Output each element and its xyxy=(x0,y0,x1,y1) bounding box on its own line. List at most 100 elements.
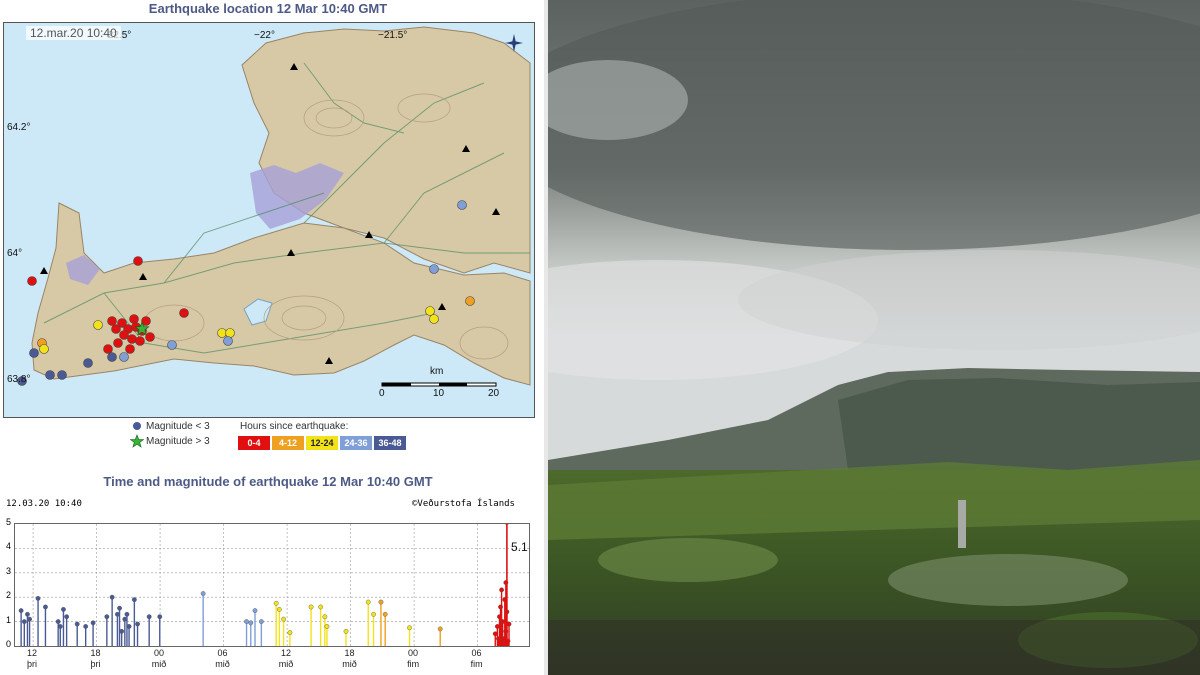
magnitude-point xyxy=(244,619,249,625)
magnitude-point xyxy=(371,611,376,617)
y-tick-label: 4 xyxy=(5,541,11,552)
magnitude-point xyxy=(43,604,48,610)
earthquake-dot xyxy=(83,358,93,368)
magnitude-point xyxy=(252,608,258,614)
earthquake-dot xyxy=(135,336,145,346)
plot-title: Time and magnitude of earthquake 12 Mar … xyxy=(103,474,433,489)
mountain-shade xyxy=(838,378,1200,470)
earthquake-panel: Earthquake location 12 Mar 10:40 GMT −22… xyxy=(0,0,548,675)
earthquake-dot xyxy=(145,332,155,342)
x-tick-day-label: mið xyxy=(278,659,294,669)
fence-post xyxy=(958,500,966,548)
magnitude-point xyxy=(378,599,384,605)
quake-dots xyxy=(17,200,475,386)
hour-bin-12-24: 12-24 xyxy=(306,436,338,450)
bush-2 xyxy=(888,554,1128,606)
earthquake-dot xyxy=(45,370,55,380)
legend-symbols xyxy=(130,422,144,448)
magnitude-point xyxy=(117,605,122,611)
legend-hours-title: Hours since earthquake: xyxy=(240,421,349,432)
magnitude-point xyxy=(324,624,330,629)
magnitude-point xyxy=(135,621,140,627)
map-date-stamp: 12.mar.20 10:40 xyxy=(26,26,121,40)
earthquake-dot xyxy=(57,370,67,380)
scale-tick-10: 10 xyxy=(433,388,445,399)
scale-tick-0: 0 xyxy=(379,388,385,399)
lon-label-2: −22° xyxy=(254,30,275,41)
earthquake-dot xyxy=(125,344,135,354)
x-tick-label: 06 xyxy=(217,648,228,658)
magnitude-point xyxy=(124,611,130,617)
earthquake-dot xyxy=(429,264,439,274)
magnitude-point xyxy=(21,619,27,625)
x-tick-day-label: þri xyxy=(90,659,101,669)
magnitude-point xyxy=(35,596,41,601)
lat-label-2: 64° xyxy=(7,248,23,259)
earthquake-map xyxy=(3,22,535,418)
x-tick-day-label: þri xyxy=(27,659,38,669)
hour-bin-label: 24-36 xyxy=(344,438,368,448)
hour-bin-4-12: 4-12 xyxy=(272,436,304,450)
earthquake-dot xyxy=(107,352,117,362)
scale-tick-20: 20 xyxy=(488,388,500,399)
magnitude-point xyxy=(90,620,96,626)
y-tick-label: 1 xyxy=(5,614,11,625)
magnitude-point xyxy=(25,611,30,617)
hour-bin-0-4: 0-4 xyxy=(238,436,270,450)
earthquake-dot xyxy=(425,306,435,316)
magnitude-plot-graphic xyxy=(15,524,529,646)
magnitude-plot xyxy=(14,523,530,647)
earthquake-dot xyxy=(113,338,123,348)
x-tick-label: 12 xyxy=(281,648,292,658)
x-tick-label: 00 xyxy=(154,648,165,658)
earthquake-dot xyxy=(167,340,177,350)
magnitude-point xyxy=(18,608,24,614)
legend-small-label: Magnitude < 3 xyxy=(146,421,210,432)
lat-label-1: 64.2° xyxy=(7,122,31,133)
magnitude-point xyxy=(318,604,324,610)
x-tick-label: 06 xyxy=(471,648,482,658)
lat-label-3: 63.8° xyxy=(7,374,31,385)
magnitude-point xyxy=(131,597,137,603)
magnitude-point xyxy=(343,628,349,634)
map-title: Earthquake location 12 Mar 10:40 GMT xyxy=(148,1,388,16)
magnitude-point xyxy=(126,624,132,629)
magnitude-point xyxy=(276,607,282,612)
magnitude-point xyxy=(57,624,63,629)
hour-bin-label: 12-24 xyxy=(310,438,334,448)
landscape-photo xyxy=(548,0,1200,675)
hour-bin-label: 4-12 xyxy=(278,438,297,448)
legend-large-label: Magnitude > 3 xyxy=(146,436,210,447)
magnitude-point xyxy=(287,630,293,635)
magnitude-point xyxy=(281,616,286,622)
earthquake-dot xyxy=(119,330,129,340)
scale-unit: km xyxy=(430,366,444,377)
earthquake-dot xyxy=(223,336,233,346)
magnitude-point xyxy=(74,621,80,627)
x-tick-label: 18 xyxy=(344,648,355,658)
x-tick-label: 18 xyxy=(90,648,101,658)
small-quake-dot-icon xyxy=(133,422,141,430)
magnitude-point xyxy=(119,628,125,634)
road xyxy=(548,620,1200,675)
magnitude-point xyxy=(382,611,388,617)
earthquake-dot xyxy=(29,348,39,358)
y-tick-label: 3 xyxy=(5,565,11,576)
earthquake-dot xyxy=(27,276,37,286)
quake-dots-layer xyxy=(4,23,534,417)
plot-date-stamp: 12.03.20 10:40 xyxy=(6,499,82,509)
magnitude-point xyxy=(146,614,152,620)
magnitude-point xyxy=(258,619,264,625)
y-tick-label: 2 xyxy=(5,590,11,601)
bush-1 xyxy=(598,538,778,582)
earthquake-dot xyxy=(129,314,139,324)
earthquake-dot xyxy=(107,316,117,326)
earthquake-dot xyxy=(217,328,227,338)
x-tick-day-label: fim xyxy=(470,659,483,669)
earthquake-dot xyxy=(39,344,49,354)
magnitude-point xyxy=(365,599,371,605)
earthquake-dot xyxy=(93,320,103,330)
lon-label-3: −21.5° xyxy=(378,30,408,41)
earthquake-dot xyxy=(179,308,189,318)
earthquake-dot xyxy=(225,328,235,338)
